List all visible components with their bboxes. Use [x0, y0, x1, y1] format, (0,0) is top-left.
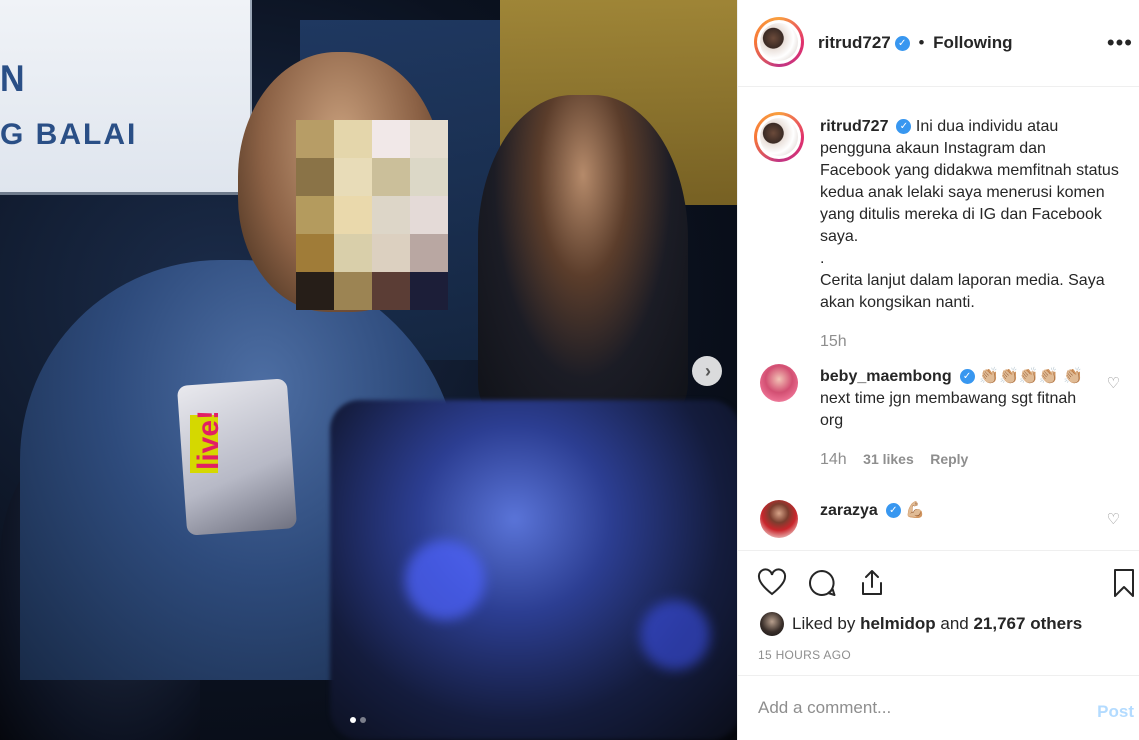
comment-icon[interactable] [806, 567, 838, 599]
photo-sign-board: N G BALAI [0, 0, 252, 195]
caption-more: Cerita lanjut dalam laporan media. Saya … [820, 272, 1105, 311]
header-username[interactable]: ritrud727 [818, 33, 891, 52]
add-comment-bar: Post [738, 675, 1139, 740]
comment-likes[interactable]: 31 likes [863, 451, 914, 467]
liked-by-user[interactable]: helmidop [860, 614, 936, 634]
photo-camera-blur [330, 400, 737, 740]
photo-sign-text-1: N [0, 58, 27, 100]
avatar[interactable] [760, 500, 798, 538]
photo-light-blob [640, 600, 710, 670]
liked-by-line[interactable]: Liked by helmidop and 21,767 others [760, 612, 1082, 636]
photo-mic-label: live! [192, 409, 225, 470]
verified-badge-icon: ✓ [894, 36, 910, 52]
comment-time[interactable]: 14h [820, 451, 847, 468]
post-comment-button[interactable]: Post [1097, 702, 1134, 722]
comment-item: zarazya ✓ 💪🏼 ♡ [738, 488, 1139, 550]
comment-username[interactable]: zarazya [820, 502, 878, 519]
avatar[interactable] [754, 112, 804, 162]
bookmark-icon[interactable] [1108, 567, 1139, 599]
verified-badge-icon: ✓ [959, 369, 975, 385]
add-comment-input[interactable] [758, 698, 1078, 718]
post-actions: Liked by helmidop and 21,767 others 15 H… [738, 550, 1139, 675]
caption-content: Ini dua individu atau pengguna akaun Ins… [820, 118, 1119, 245]
pixelated-face [296, 120, 448, 310]
carousel-dot-active [350, 717, 356, 723]
comment-like-heart-icon[interactable]: ♡ [1107, 510, 1120, 528]
caption-dot: . [820, 250, 825, 267]
comment-text: zarazya ✓ 💪🏼 [820, 500, 1100, 522]
verified-badge-icon: ✓ [896, 119, 912, 135]
photo-sign-text-2: G BALAI [0, 118, 138, 151]
liked-by-joiner: and [940, 614, 969, 633]
caption-text: ritrud727 ✓ Ini dua individu atau penggun… [820, 116, 1120, 353]
post-photo[interactable]: N G BALAI live! › [0, 0, 737, 740]
caption-time[interactable]: 15h [820, 331, 1120, 353]
comment-text: beby_maembong ✓ 👏🏼👏🏼👏🏼👏🏼 👏🏼 next time jgn… [820, 366, 1100, 471]
comment-content: 💪🏼 [905, 502, 926, 519]
carousel-dots [350, 717, 366, 723]
reply-button[interactable]: Reply [930, 451, 968, 467]
comment-item: beby_maembong ✓ 👏🏼👏🏼👏🏼👏🏼 👏🏼 next time jgn… [738, 356, 1139, 476]
separator-dot: • [918, 33, 925, 52]
photo-man-background [478, 95, 688, 415]
avatar[interactable] [754, 17, 804, 67]
avatar[interactable] [760, 364, 798, 402]
carousel-next-button[interactable]: › [692, 356, 722, 386]
comment-username[interactable]: beby_maembong [820, 368, 952, 385]
comment-meta: 14h 31 likes Reply [820, 448, 1100, 471]
comments-list[interactable]: ritrud727 ✓ Ini dua individu atau penggun… [738, 88, 1139, 550]
chevron-right-icon: › [705, 361, 711, 381]
following-button[interactable]: Following [933, 33, 1012, 52]
post-header: ritrud727 ✓ • Following ••• [738, 0, 1139, 87]
share-icon[interactable] [856, 567, 888, 599]
verified-badge-icon: ✓ [885, 503, 901, 519]
comment-like-heart-icon[interactable]: ♡ [1107, 374, 1120, 392]
header-name-line: ritrud727 ✓ • Following [818, 33, 1013, 53]
liked-by-others[interactable]: 21,767 others [973, 614, 1082, 634]
caption-username[interactable]: ritrud727 [820, 118, 888, 135]
liked-by-prefix: Liked by [792, 614, 856, 633]
avatar[interactable] [760, 612, 784, 636]
photo-light-blob [405, 540, 485, 620]
post-side-panel: ritrud727 ✓ • Following ••• ritrud727 ✓ In… [737, 0, 1139, 740]
comment-emoji: 👏🏼👏🏼👏🏼👏🏼 [979, 368, 1059, 385]
caption-comment: ritrud727 ✓ Ini dua individu atau penggun… [738, 88, 1139, 350]
heart-icon[interactable] [756, 567, 788, 599]
post-timestamp[interactable]: 15 HOURS AGO [758, 648, 851, 662]
more-options-icon[interactable]: ••• [1107, 30, 1133, 56]
carousel-dot [360, 717, 366, 723]
